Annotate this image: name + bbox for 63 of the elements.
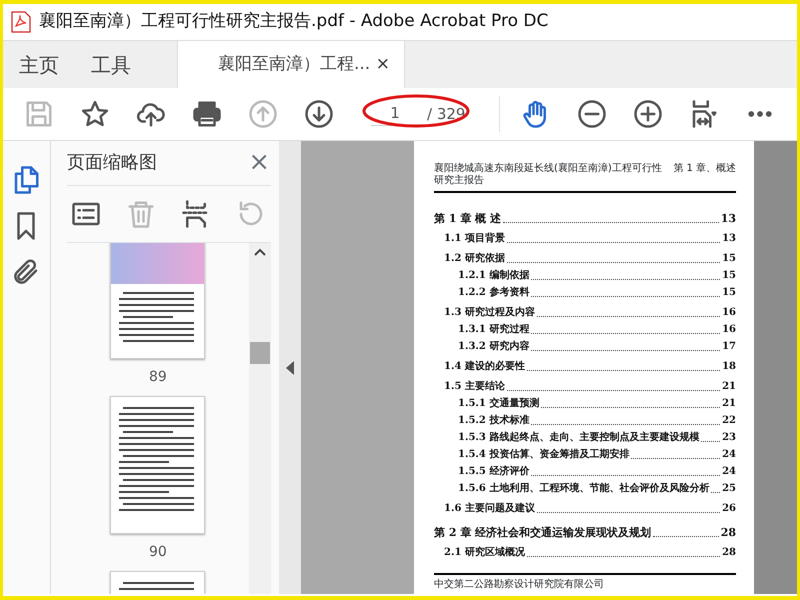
toc-entry[interactable]: 1.5.4 投资估算、资金筹措及工期安排 bbox=[458, 449, 630, 461]
toc-page-number: 16 bbox=[722, 324, 736, 336]
zoom-out-icon[interactable] bbox=[577, 99, 607, 129]
toc-page-number: 23 bbox=[722, 432, 736, 444]
toc-page-number: 15 bbox=[722, 253, 736, 265]
toc-page-number: 28 bbox=[720, 527, 736, 539]
toc-page-number: 16 bbox=[722, 307, 736, 319]
toc-page-number: 21 bbox=[722, 398, 736, 410]
toc-page-number: 18 bbox=[722, 361, 736, 373]
toc-page-number: 24 bbox=[722, 449, 736, 461]
star-icon[interactable] bbox=[80, 99, 110, 129]
toc-entry[interactable]: 第 1 章 概 述 bbox=[434, 213, 501, 225]
nav-tab[interactable]: 工具 bbox=[75, 41, 147, 88]
toc-entry[interactable]: 1.6 主要问题及建议 bbox=[444, 503, 535, 515]
toc-entry[interactable]: 1.5.5 经济评价 bbox=[458, 466, 530, 478]
toc-entry[interactable]: 1.1 项目背景 bbox=[444, 233, 505, 245]
page-thumbnail[interactable] bbox=[110, 396, 206, 534]
toc-entry[interactable]: 1.5 主要结论 bbox=[444, 381, 505, 393]
toc-entry[interactable]: 第 2 章 经济社会和交通运输发展现状及规划 bbox=[434, 527, 652, 539]
toc-entry[interactable]: 1.2.1 编制依据 bbox=[458, 270, 530, 282]
page-footer: 中交第二公路勘察设计研究院有限公司 bbox=[434, 573, 736, 592]
toc-page-number: 24 bbox=[722, 466, 736, 478]
toc-page-number: 26 bbox=[722, 503, 736, 515]
toc-entry[interactable]: 2.1 研究区域概况 bbox=[444, 547, 525, 559]
page-header: 襄阳绕城高速东南段延长线(襄阳至南漳)工程可行性研究主报告 bbox=[434, 163, 663, 187]
toc-page-number: 25 bbox=[722, 483, 736, 495]
toc-page-number: 17 bbox=[722, 341, 736, 353]
page-thumbnail[interactable] bbox=[110, 242, 206, 359]
toc-entry[interactable]: 1.2 研究依据 bbox=[444, 253, 505, 265]
toc-entry[interactable]: 1.5.6 土地利用、工程环境、节能、社会评价及风险分析 bbox=[458, 483, 710, 495]
close-tab-button[interactable]: × bbox=[376, 52, 390, 78]
toc-entry[interactable]: 1.3.2 研究内容 bbox=[458, 341, 530, 353]
toc-entry[interactable]: 1.2.2 参考资料 bbox=[458, 287, 530, 299]
toc-page-number: 22 bbox=[722, 415, 736, 427]
page-number-label: 90 bbox=[149, 542, 167, 562]
scrollbar-thumb[interactable] bbox=[250, 342, 270, 364]
toc-page-number: 13 bbox=[720, 213, 736, 225]
toc-entry[interactable]: 1.5.2 技术标准 bbox=[458, 415, 530, 427]
scroll-up-icon[interactable] bbox=[252, 246, 267, 257]
toc-entry[interactable]: 1.5.3 路线起终点、走向、主要控制点及主要建设规模 bbox=[458, 432, 700, 444]
toc-entry[interactable]: 1.4 建设的必要性 bbox=[444, 361, 525, 373]
panel-title: 页面缩略图 bbox=[66, 151, 157, 176]
toc-entry[interactable]: 1.3 研究过程及内容 bbox=[444, 307, 535, 319]
nav-tab[interactable]: 主页 bbox=[3, 41, 75, 88]
arrow-down-icon[interactable] bbox=[304, 99, 334, 129]
scrollbar[interactable] bbox=[248, 242, 271, 594]
toc-page-number: 15 bbox=[722, 287, 736, 299]
toc-entry[interactable]: 1.3.1 研究过程 bbox=[458, 324, 530, 336]
page-header: 第 1 章、概述 bbox=[673, 163, 736, 176]
document-tab[interactable]: 襄阳至南漳）工程... × bbox=[177, 41, 405, 88]
page-number-field[interactable]: 1 bbox=[371, 102, 419, 126]
page-number-label: 89 bbox=[149, 368, 167, 387]
pdf-file-icon bbox=[11, 11, 31, 33]
close-button[interactable]: × bbox=[247, 149, 271, 177]
collapse-panel-icon[interactable] bbox=[284, 360, 295, 376]
toc-page-number: 15 bbox=[722, 270, 736, 282]
zoom-in-icon[interactable] bbox=[633, 99, 663, 129]
toc-entry[interactable]: 1.5.1 交通量预测 bbox=[458, 398, 540, 410]
toc-page-number: 28 bbox=[722, 547, 736, 559]
toc-page-number: 21 bbox=[722, 381, 736, 393]
print-icon[interactable] bbox=[192, 99, 222, 129]
toc-page-number: 13 bbox=[722, 233, 736, 245]
window-title: 襄阳至南漳）工程可行性研究主报告.pdf - Adobe Acrobat Pro DC bbox=[39, 10, 548, 34]
